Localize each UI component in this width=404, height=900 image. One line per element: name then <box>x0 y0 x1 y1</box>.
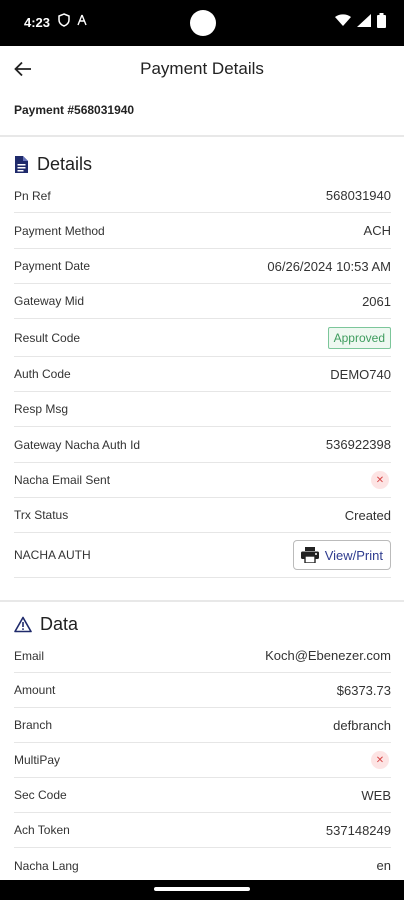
detail-row-nacha-email-sent: Nacha Email Sent ✕ <box>14 463 391 498</box>
row-label: MultiPay <box>14 753 61 767</box>
row-value: en <box>376 858 391 873</box>
row-value: Koch@Ebenezer.com <box>265 648 391 663</box>
row-value: 06/26/2024 10:53 AM <box>267 258 391 274</box>
x-circle-icon: ✕ <box>371 751 389 769</box>
row-label: Gateway Mid <box>14 294 85 308</box>
data-heading-label: Data <box>40 614 79 634</box>
row-value: DEMO740 <box>330 366 391 382</box>
row-value: 536922398 <box>325 437 391 452</box>
row-value: WEB <box>361 787 391 803</box>
detail-row-resp-msg: Resp Msg <box>14 392 391 427</box>
app-bar: Payment Details <box>0 46 404 92</box>
section-divider <box>0 600 404 602</box>
details-heading-label: Details <box>37 154 93 174</box>
home-gesture-handle[interactable] <box>154 887 250 891</box>
shield-icon <box>58 13 70 27</box>
status-left-icons <box>58 13 88 27</box>
warning-triangle-icon <box>14 616 32 633</box>
data-heading: Data <box>14 614 78 635</box>
detail-row-gateway-mid: Gateway Mid 2061 <box>14 284 391 319</box>
signal-icon <box>357 14 371 27</box>
detail-row-trx-status: Trx Status Created <box>14 498 391 533</box>
status-right-icons <box>335 13 386 28</box>
row-label: Auth Code <box>14 367 71 381</box>
details-list: Pn Ref 568031940 Payment Method ACH Paym… <box>14 179 391 578</box>
printer-icon <box>300 547 319 563</box>
detail-row-auth-code: Auth Code DEMO740 <box>14 357 391 392</box>
status-badge: Approved <box>327 326 391 349</box>
row-value: ACH <box>363 223 391 238</box>
row-value: 2061 <box>362 293 391 309</box>
detail-row-payment-date: Payment Date 06/26/2024 10:53 AM <box>14 249 391 284</box>
row-label: Email <box>14 648 45 663</box>
row-label: Sec Code <box>14 788 67 802</box>
data-row-branch: Branch defbranch <box>14 708 391 743</box>
data-row-amount: Amount $6373.73 <box>14 673 391 708</box>
camera-cutout <box>190 10 216 36</box>
data-row-email: Email Koch@Ebenezer.com <box>14 639 391 673</box>
row-value: Created <box>344 507 391 523</box>
wifi-icon <box>335 14 351 26</box>
antenna-icon <box>77 14 87 26</box>
document-icon <box>15 156 28 173</box>
battery-icon <box>377 13 386 28</box>
detail-row-payment-method: Payment Method ACH <box>14 213 391 249</box>
row-value: $6373.73 <box>336 682 391 698</box>
row-label: Trx Status <box>14 508 69 522</box>
row-label: Nacha Lang <box>14 858 79 873</box>
row-label: Payment Method <box>14 223 105 238</box>
payment-number: Payment #568031940 <box>14 103 135 117</box>
page-title: Payment Details <box>140 59 264 78</box>
data-row-sec-code: Sec Code WEB <box>14 778 391 813</box>
view-print-label: View/Print <box>324 547 383 563</box>
row-label: Branch <box>14 718 53 732</box>
row-label: Result Code <box>14 330 81 345</box>
row-value: defbranch <box>333 717 391 733</box>
details-heading: Details <box>14 154 92 175</box>
detail-row-nacha-auth: NACHA AUTH View/Print <box>14 533 391 578</box>
row-label: Resp Msg <box>14 402 69 416</box>
section-divider <box>0 135 404 137</box>
row-label: Payment Date <box>14 259 91 273</box>
row-value: 568031940 <box>325 188 391 203</box>
row-label: Ach Token <box>14 823 70 837</box>
row-label: Pn Ref <box>14 188 51 203</box>
detail-row-gateway-nacha-auth-id: Gateway Nacha Auth Id 536922398 <box>14 427 391 463</box>
data-row-ach-token: Ach Token 537148249 <box>14 813 391 848</box>
data-row-nacha-lang: Nacha Lang en <box>14 848 391 883</box>
x-circle-icon: ✕ <box>371 471 389 489</box>
row-label: Nacha Email Sent <box>14 473 111 487</box>
navigation-bar <box>0 880 404 900</box>
data-list: Email Koch@Ebenezer.com Amount $6373.73 … <box>14 639 391 883</box>
row-value: 537148249 <box>325 822 391 838</box>
detail-row-pn-ref: Pn Ref 568031940 <box>14 179 391 213</box>
data-row-multipay: MultiPay ✕ <box>14 743 391 778</box>
detail-row-result-code: Result Code Approved <box>14 319 391 357</box>
row-label: Amount <box>14 683 56 697</box>
view-print-button[interactable]: View/Print <box>292 540 391 570</box>
status-time: 4:23 <box>24 15 51 30</box>
row-label: NACHA AUTH <box>14 548 91 562</box>
row-label: Gateway Nacha Auth Id <box>14 437 141 452</box>
status-bar: 4:23 <box>0 0 404 46</box>
